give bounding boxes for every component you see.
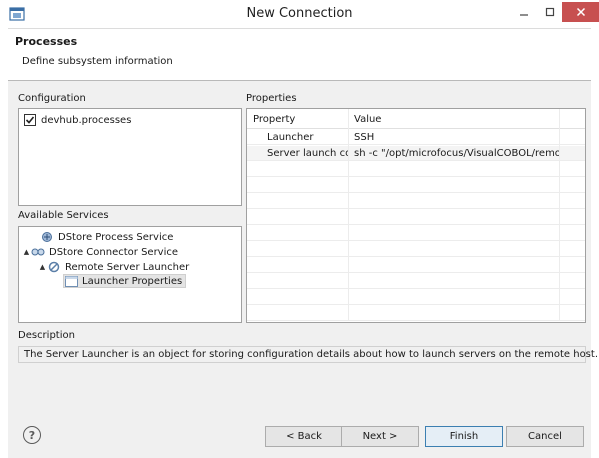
empty-row [247,194,585,209]
description-box: The Server Launcher is an object for sto… [18,346,598,363]
window-title: New Connection [246,6,353,21]
tree-item-label: DStore Process Service [58,231,174,243]
empty-row [247,306,585,321]
finish-button[interactable]: Finish [425,426,503,447]
tree-item-label: Remote Server Launcher [65,261,190,273]
description-text: The Server Launcher is an object for sto… [24,349,598,360]
tree-item-connector-service[interactable]: ▲ DStore Connector Service [22,245,178,259]
description-label: Description [18,330,75,341]
list-item[interactable]: devhub.processes [24,114,131,126]
empty-row [247,274,585,289]
maximize-button[interactable] [537,2,563,22]
close-icon [576,7,585,17]
empty-row [247,162,585,177]
column-divider [348,109,349,321]
services-tree[interactable]: DStore Process Service ▲ DStore Connecto… [18,226,242,323]
property-value: SSH [354,132,375,143]
column-header-value[interactable]: Value [354,114,381,125]
property-value: sh -c "/opt/microfocus/VisualCOBOL/remo.… [354,148,559,159]
empty-row [247,226,585,241]
empty-row [247,258,585,273]
config-item-label: devhub.processes [41,114,132,126]
tree-item-label: Launcher Properties [82,275,183,287]
expand-toggle-icon[interactable]: ▲ [38,263,47,271]
property-name: Launcher [267,132,314,143]
tree-item-process-service[interactable]: DStore Process Service [31,230,173,244]
page-title: Processes [15,35,78,48]
empty-row [247,242,585,257]
checkmark-icon [25,116,35,124]
config-checkbox[interactable] [24,114,36,126]
configuration-list[interactable]: devhub.processes [18,108,242,206]
configuration-label: Configuration [18,93,86,104]
properties-table-header: Property Value [247,109,585,129]
empty-row [247,210,585,225]
help-icon[interactable]: ? [23,426,41,444]
wizard-body: Configuration devhub.processes Available… [8,81,598,458]
expand-toggle-icon[interactable]: ▲ [22,248,31,256]
cancel-button[interactable]: Cancel [506,426,584,447]
tree-item-launcher-properties[interactable]: Launcher Properties [63,274,187,288]
page-description: Define subsystem information [22,56,173,67]
close-button[interactable] [562,2,599,22]
server-launcher-icon [47,261,61,273]
minimize-icon [520,14,528,16]
properties-label: Properties [246,93,297,104]
maximize-icon [545,7,555,17]
table-row[interactable]: Launcher SSH [247,130,585,145]
next-button[interactable]: Next > [341,426,419,447]
properties-icon [64,275,78,287]
tree-item-server-launcher[interactable]: ▲ Remote Server Launcher [38,260,189,274]
properties-table[interactable]: Property Value Launcher SSH Server launc… [246,108,586,323]
title-bar: New Connection [0,0,599,28]
connector-service-icon [31,246,45,258]
column-divider [559,109,560,321]
back-button[interactable]: < Back [265,426,343,447]
wizard-header: Processes Define subsystem information [8,28,591,80]
minimize-button[interactable] [511,2,537,22]
available-services-label: Available Services [18,210,109,221]
property-name: Server launch com [267,148,349,159]
empty-row [247,290,585,305]
process-service-icon [40,231,54,243]
tree-item-label: DStore Connector Service [49,246,179,258]
empty-row [247,178,585,193]
table-row[interactable]: Server launch com sh -c "/opt/microfocus… [247,146,585,161]
column-header-property[interactable]: Property [253,114,295,125]
